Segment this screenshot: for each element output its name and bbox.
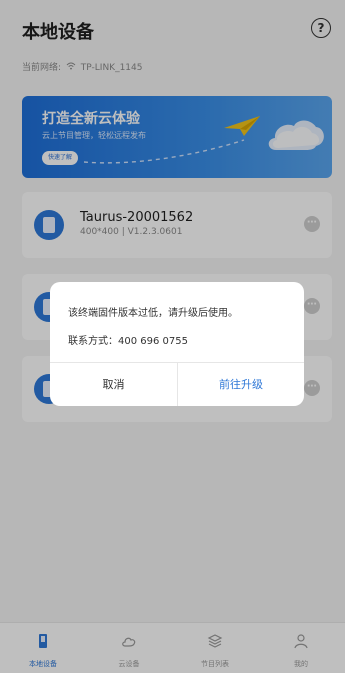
dialog-contact: 联系方式：400 696 0755 (68, 336, 188, 347)
upgrade-button[interactable]: 前往升级 (178, 363, 304, 406)
dialog-message: 该终端固件版本过低，请升级后使用。 (68, 308, 238, 319)
cancel-button[interactable]: 取消 (50, 363, 177, 406)
upgrade-dialog: 该终端固件版本过低，请升级后使用。 联系方式：400 696 0755 取消 前… (50, 282, 304, 406)
local-devices-screen: 本地设备 ? 当前网络: TP-LINK_1145 打造全新云体验 云上节目管理… (0, 0, 345, 674)
dialog-actions: 取消 前往升级 (50, 362, 304, 406)
